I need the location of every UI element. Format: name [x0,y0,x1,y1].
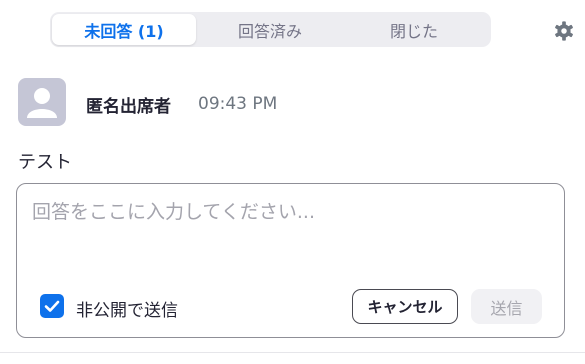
answer-placeholder: 回答をここに入力してください... [32,201,315,223]
tab-answered[interactable]: 回答済み [198,14,342,45]
send-privately-checkbox[interactable] [40,294,64,318]
divider [0,352,585,353]
user-silhouette-icon [27,88,57,118]
tab-closed[interactable]: 閉じた [342,14,486,45]
sender-name: 匿名出席者 [86,97,171,117]
cancel-button[interactable]: キャンセル [352,289,458,324]
gear-icon[interactable] [553,20,575,42]
question-status-tabs: 未回答 (1) 回答済み 閉じた [50,12,491,47]
question-text: テスト [18,152,72,173]
send-button[interactable]: 送信 [471,289,542,324]
avatar [18,78,66,126]
send-privately-label: 非公開で送信 [76,301,178,321]
message-time: 09:43 PM [198,94,278,114]
checkmark-icon [44,300,60,312]
tab-unanswered[interactable]: 未回答 (1) [52,14,196,45]
